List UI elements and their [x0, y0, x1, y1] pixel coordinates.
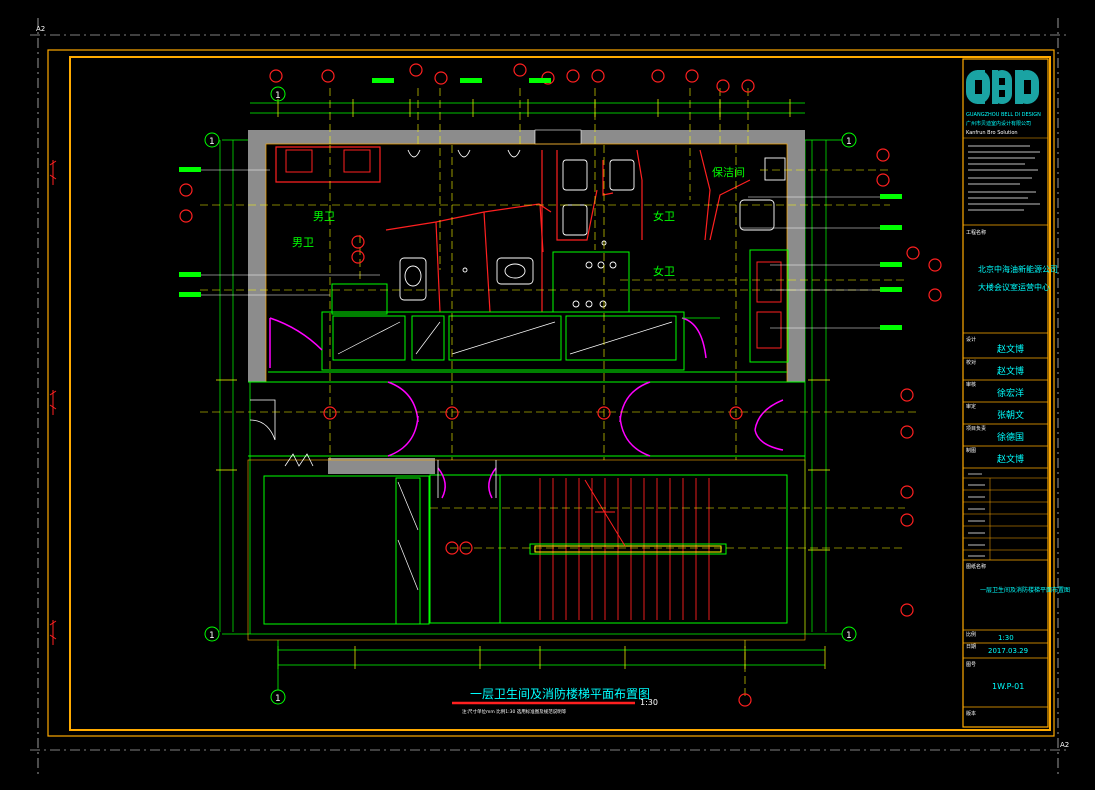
revision-table [963, 477, 1048, 560]
role-name: 赵文博 [997, 343, 1024, 355]
drawing-note: 注:尺寸单位mm 比例1:30 选用标准图及规范说明等 [462, 708, 567, 715]
leader-lines [200, 169, 880, 329]
edge-markers [49, 160, 57, 645]
role-name: 赵文博 [997, 365, 1024, 377]
role-label: 审定 [966, 403, 976, 410]
date-value: 2017.03.29 [988, 647, 1028, 655]
room-label-male: 男卫 [292, 236, 314, 249]
role-label: 制图 [966, 447, 976, 454]
company-name-en: GUANGZHOU BELL DI DESIGN [966, 112, 1041, 118]
role-name: 徐宏洋 [997, 387, 1024, 399]
room-label-male-b: 男卫 [313, 210, 335, 223]
urinals [407, 149, 521, 158]
grid-bubble-label: 1 [209, 137, 215, 147]
stair-treads [539, 478, 710, 620]
size-tag-bottom: A2 [1060, 741, 1069, 749]
dimension-lines-bottom [277, 646, 826, 669]
size-tag-top: A2 [36, 25, 45, 33]
role-label: 校对 [966, 359, 976, 366]
stairs-outline [429, 474, 788, 624]
project-line-2: 大楼会议室运营中心 [978, 282, 1050, 292]
room-label-cleaning: 保洁间 [712, 165, 745, 179]
drawing-scale: 1:30 [640, 698, 658, 707]
room-label-female-b: 女卫 [653, 209, 675, 223]
project-line-1: 北京中海油新能源公司 [978, 264, 1058, 274]
company-notes [968, 145, 1040, 211]
grid-bubble-label: 1 [846, 631, 852, 641]
drawing-title: 一层卫生间及消防楼梯平面布置图 [470, 686, 650, 701]
version-label: 版本 [966, 710, 976, 717]
grid-bubble-label: 1 [275, 91, 281, 101]
grid-bubble-1: 1 1 1 1 1 1 [204, 86, 857, 705]
floor-plan: 1 1 1 1 1 1 男卫 男卫 女卫 女卫 保洁间 一层卫生间及消防楼梯平面… [179, 63, 942, 715]
role-label: 项目负责 [966, 425, 986, 432]
role-label: 审核 [966, 381, 976, 388]
dimension-lines-sides [216, 140, 830, 632]
cad-drawing-canvas: A2 A2 GUANGZHOU BELL DI DESIGN 广州市贝迪室内设计… [30, 18, 1070, 775]
date-label: 日期 [966, 644, 976, 650]
sheet-no-label: 图号 [966, 662, 976, 668]
revision-marks [968, 473, 985, 557]
door-leaves [249, 399, 497, 498]
role-name: 徐德国 [997, 431, 1024, 443]
drawing-name-label: 图纸名称 [966, 563, 986, 570]
room-label-female: 女卫 [653, 264, 675, 278]
role-name: 张朝文 [997, 409, 1024, 421]
outer-frame [47, 49, 1055, 737]
scale-label: 比例 [966, 631, 976, 638]
grid-bubble-label: 1 [846, 137, 852, 147]
interior-outline [265, 143, 788, 383]
scale-value: 1:30 [998, 634, 1014, 642]
role-name: 赵文博 [997, 453, 1024, 465]
company-name-cn: 广州市贝迪室内设计有限公司 [966, 120, 1031, 127]
drawing-name: 一层卫生间及消防楼梯平面布置图 [980, 586, 1070, 594]
corridor [248, 371, 805, 457]
sheet-no: 1W.P-01 [992, 682, 1024, 691]
elevation-markers [179, 63, 942, 707]
company-subtitle: Kanfrun Bro Solution [966, 130, 1018, 136]
wall-opening [534, 129, 582, 145]
project-label: 工程名称 [966, 229, 986, 236]
role-label: 设计 [966, 336, 976, 343]
grid-bubble-label: 1 [275, 694, 281, 704]
dimension-lines-top [250, 99, 805, 117]
grid-bubble-label: 1 [209, 631, 215, 641]
